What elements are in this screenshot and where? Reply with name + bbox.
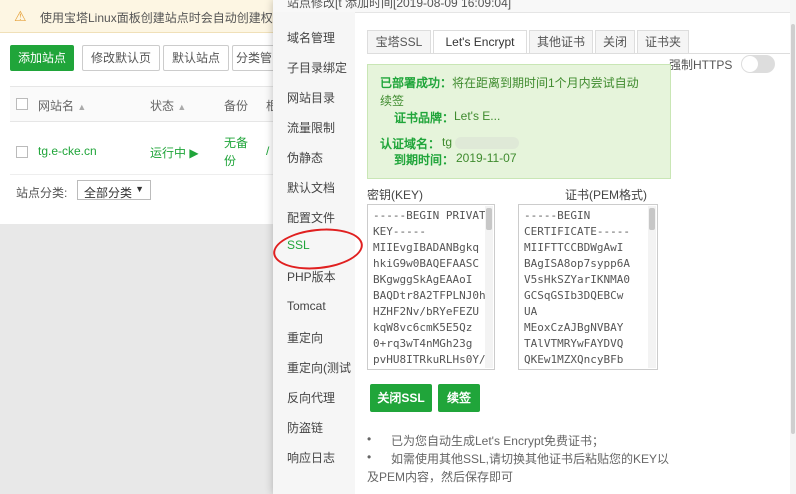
side-item-domain[interactable]: 域名管理	[287, 29, 355, 46]
play-icon: ▶	[189, 146, 199, 160]
select-all-checkbox[interactable]	[16, 98, 28, 110]
deployed-text: 将在距离到期时间1个月内尝试自动	[452, 76, 639, 90]
notice-text: 使用宝塔Linux面板创建站点时会自动创建权	[40, 11, 273, 25]
default-site-button[interactable]: 默认站点	[163, 45, 229, 71]
table-row: tg.e-cke.cn 运行中 ▶ 无备 份 /	[10, 126, 310, 175]
key-textarea[interactable]: -----BEGIN PRIVATE KEY----- MIIEvgIBADAN…	[367, 204, 495, 370]
brand-label: 证书品牌：	[394, 111, 455, 125]
table-header: 网站名 ▲ 状态 ▲ 备份 根	[10, 86, 310, 122]
cert-scrollbar[interactable]	[648, 206, 656, 368]
deployed-label: 已部署成功：	[380, 76, 453, 90]
side-item-tomcat[interactable]: Tomcat	[287, 299, 355, 313]
column-status[interactable]: 状态 ▲	[150, 97, 186, 114]
category-filter-label: 站点分类:	[16, 186, 68, 200]
key-scrollbar[interactable]	[485, 206, 493, 368]
tab-underline	[367, 53, 790, 54]
deployed-text-2: 续签	[380, 94, 405, 108]
dialog-sidebar: 域名管理 子目录绑定 网站目录 流量限制 伪静态 默认文档 配置文件 SSL P…	[271, 12, 365, 494]
domain-label: 认证域名：	[380, 137, 441, 151]
add-site-button[interactable]: 添加站点	[10, 45, 74, 71]
category-filter-value: 全部分类	[84, 186, 133, 200]
sort-up-icon: ▲	[177, 102, 187, 112]
root-path[interactable]: /	[266, 144, 269, 158]
key-text: -----BEGIN PRIVATE KEY----- MIIEvgIBADAN…	[373, 209, 493, 366]
side-item-config[interactable]: 配置文件	[287, 209, 355, 226]
site-name-link[interactable]: tg.e-cke.cn	[38, 144, 97, 158]
row-checkbox[interactable]	[16, 146, 28, 158]
warning-icon: ⚠	[14, 8, 27, 24]
cert-text: -----BEGIN CERTIFICATE----- MIIFTTCCBDWg…	[524, 209, 630, 366]
tab-cert-folder[interactable]: 证书夹	[637, 30, 689, 54]
expiry-value: 2019-11-07	[456, 151, 517, 165]
side-item-redirect-test[interactable]: 重定向(测试	[287, 359, 355, 376]
backup-status-2: 份	[224, 154, 237, 168]
category-filter-select[interactable]: 全部分类 ▼	[77, 180, 151, 200]
renew-button[interactable]: 续签	[438, 384, 480, 412]
side-item-php[interactable]: PHP版本	[287, 268, 355, 285]
category-manage-button[interactable]: 分类管	[232, 45, 276, 71]
ssl-status-box: 已部署成功： 将在距离到期时间1个月内尝试自动 续签 证书品牌： Let's E…	[367, 64, 671, 179]
status-running[interactable]: 运行中 ▶	[150, 144, 199, 161]
backup-status[interactable]: 无备	[224, 134, 248, 151]
toggle-knob	[742, 56, 758, 72]
sort-up-icon: ▲	[77, 102, 87, 112]
side-item-subdir[interactable]: 子目录绑定	[287, 59, 355, 76]
side-item-rewrite[interactable]: 伪静态	[287, 149, 355, 166]
tab-close[interactable]: 关闭	[595, 30, 635, 54]
side-item-sitedir[interactable]: 网站目录	[287, 89, 355, 106]
key-label: 密钥(KEY)	[367, 188, 424, 202]
side-item-redirect[interactable]: 重定向	[287, 329, 355, 346]
force-https-toggle[interactable]	[741, 55, 775, 73]
close-ssl-button[interactable]: 关闭SSL	[370, 384, 432, 412]
expiry-label: 到期时间：	[394, 153, 455, 167]
highlight-circle	[271, 224, 365, 274]
column-backup: 备份	[224, 99, 249, 113]
dropdown-arrow-icon: ▼	[135, 184, 144, 194]
cert-textarea[interactable]: -----BEGIN CERTIFICATE----- MIIFTTCCBDWg…	[518, 204, 658, 370]
tab-lets-encrypt[interactable]: Let's Encrypt	[433, 30, 527, 54]
side-item-access-log[interactable]: 响应日志	[287, 449, 355, 466]
site-edit-dialog: 站点修改[t 添加时间[2019-08-09 16:09:04] 域名管理 子目…	[271, 0, 796, 494]
key-scroll-thumb[interactable]	[486, 208, 492, 230]
tab-other-cert[interactable]: 其他证书	[529, 30, 593, 54]
dialog-scroll-thumb[interactable]	[791, 24, 795, 434]
redacted-blur	[455, 136, 520, 149]
brand-value: Let's E...	[454, 109, 501, 123]
tab-bt-ssl[interactable]: 宝塔SSL	[367, 30, 431, 54]
side-item-hotlink[interactable]: 防盗链	[287, 419, 355, 436]
cert-label: 证书(PEM格式)	[565, 188, 647, 202]
force-https-label: 强制HTTPS	[669, 58, 733, 72]
side-item-ssl[interactable]: SSL	[271, 224, 365, 274]
domain-value: tg	[442, 135, 520, 149]
edit-default-page-button[interactable]: 修改默认页	[82, 45, 160, 71]
dialog-title: 站点修改[t 添加时间[2019-08-09 16:09:04]	[287, 0, 512, 10]
side-item-default-doc[interactable]: 默认文档	[287, 179, 355, 196]
side-item-traffic[interactable]: 流量限制	[287, 119, 355, 136]
dialog-scrollbar[interactable]	[790, 0, 796, 494]
column-sitename[interactable]: 网站名 ▲	[38, 97, 86, 114]
side-item-reverse-proxy[interactable]: 反向代理	[287, 389, 355, 406]
cert-scroll-thumb[interactable]	[649, 208, 655, 230]
